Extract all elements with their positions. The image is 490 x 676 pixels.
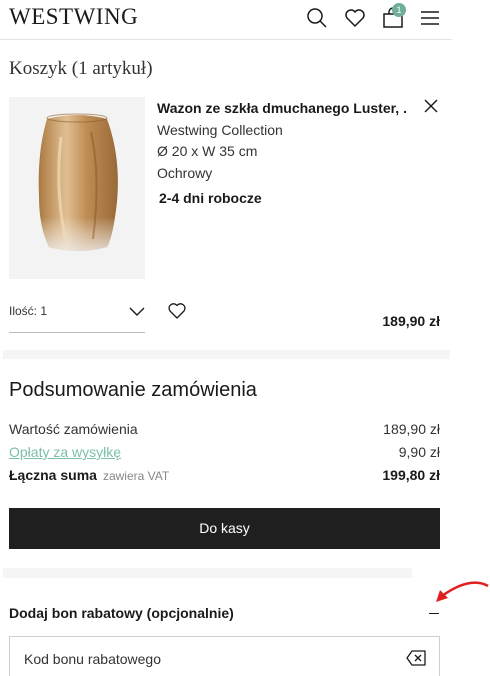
collapse-icon[interactable]	[429, 613, 439, 614]
vat-note: zawiera VAT	[102, 469, 170, 483]
westwing-logo[interactable]: WESTWING	[9, 4, 138, 30]
cart-title: Koszyk (1 artykuł)	[9, 58, 153, 79]
heart-icon[interactable]	[344, 7, 366, 29]
search-icon[interactable]	[306, 7, 328, 29]
summary-title: Podsumowanie zamówienia	[9, 379, 257, 401]
product-name[interactable]: Wazon ze szkła dmuchanego Luster, ...	[157, 100, 407, 116]
product-dimensions: Ø 20 x W 35 cm	[157, 143, 258, 159]
section-divider	[3, 350, 450, 359]
menu-icon[interactable]	[420, 7, 442, 29]
header: WESTWING 1	[0, 0, 452, 40]
vase-image	[38, 113, 118, 251]
delivery-time: 2-4 dni robocze	[159, 190, 262, 206]
backspace-clear-icon[interactable]	[406, 650, 426, 666]
annotation-arrow	[436, 581, 489, 602]
cart-count-badge: 1	[392, 3, 406, 17]
chevron-down-icon	[129, 307, 145, 316]
voucher-title[interactable]: Dodaj bon rabatowy (opcjonalnie)	[9, 605, 234, 621]
close-icon[interactable]	[423, 98, 439, 114]
quantity-label: Ilość: 1	[9, 304, 48, 318]
product-price: 189,90 zł	[382, 313, 440, 329]
product-image[interactable]	[9, 97, 145, 279]
total-value: 199,80 zł	[382, 467, 440, 483]
order-value: 189,90 zł	[383, 421, 440, 437]
voucher-code-input[interactable]	[9, 636, 440, 676]
shipping-fees-link[interactable]: Opłaty za wysyłkę	[9, 444, 121, 460]
product-color: Ochrowy	[157, 165, 213, 181]
quantity-select[interactable]: Ilość: 1	[9, 296, 145, 333]
order-value-label: Wartość zamówienia	[9, 421, 138, 437]
section-divider	[3, 568, 412, 578]
shipping-value: 9,90 zł	[398, 444, 440, 460]
checkout-button[interactable]: Do kasy	[9, 508, 440, 549]
total-label: Łączna suma	[9, 467, 97, 483]
total-row-label: Łączna suma zawiera VAT	[9, 467, 169, 483]
product-brand: Westwing Collection	[157, 122, 283, 138]
heart-icon[interactable]	[167, 302, 187, 320]
